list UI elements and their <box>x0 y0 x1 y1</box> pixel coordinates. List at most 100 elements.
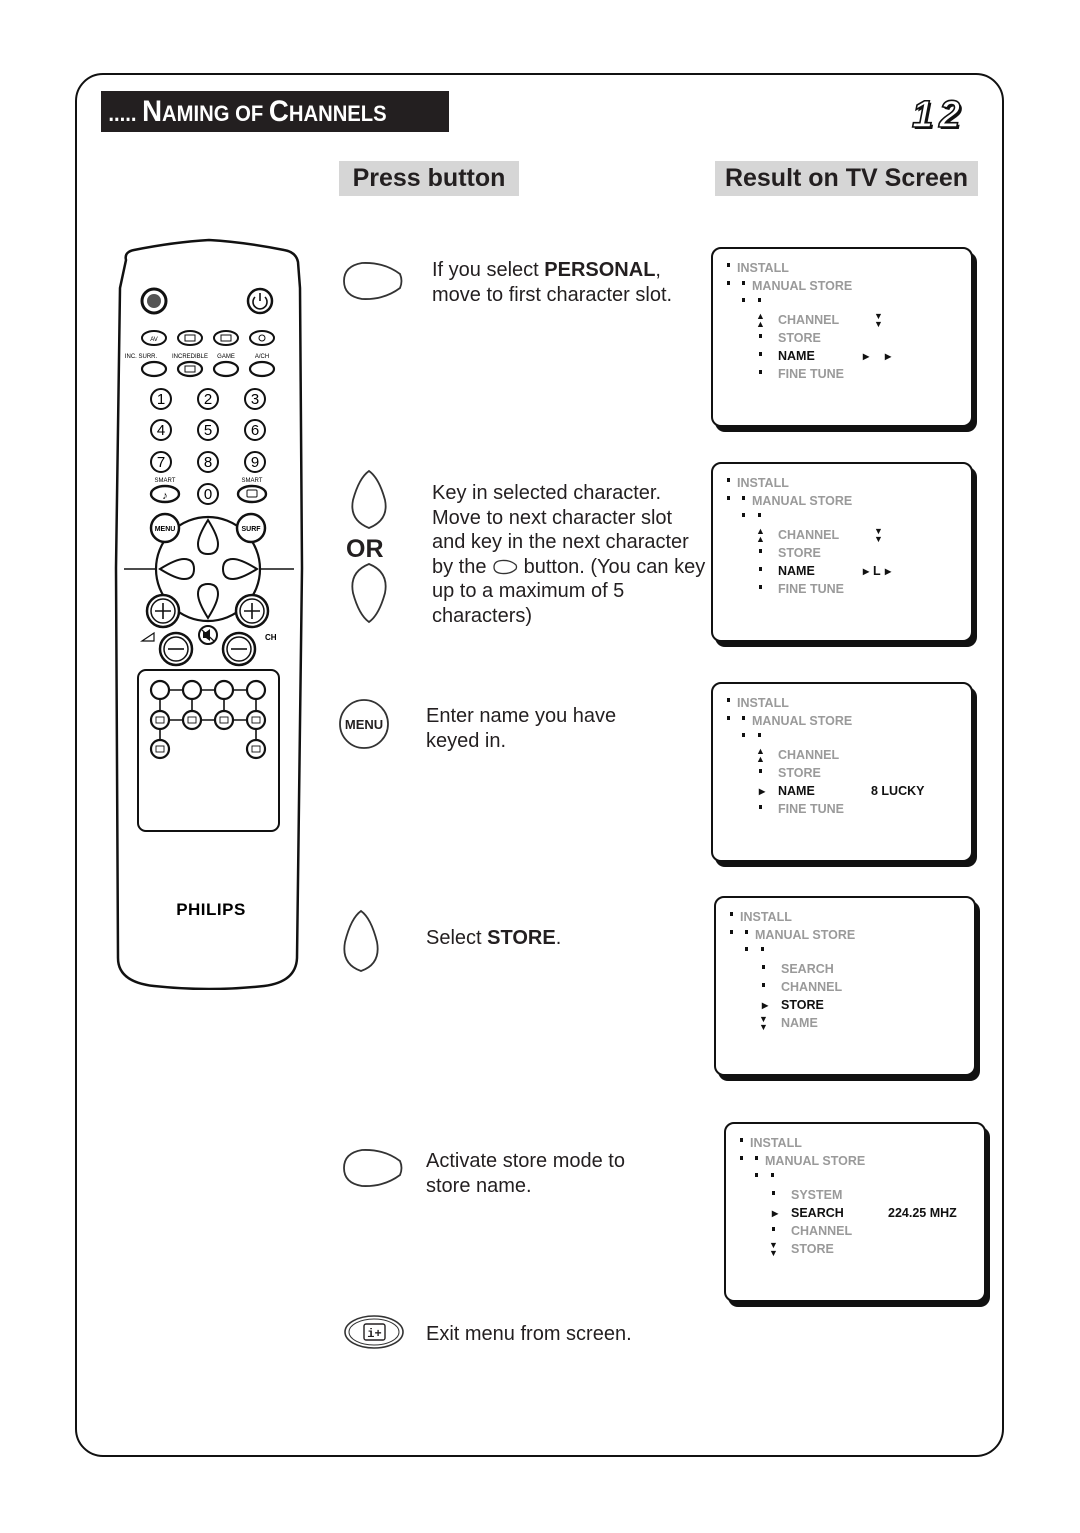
digit-label: 8 <box>204 454 212 471</box>
menu-bullet <box>742 281 745 285</box>
menu-bullet <box>742 733 745 737</box>
digit-5-button[interactable]: 5 <box>197 419 219 441</box>
scroll-up-icon: ▲ ▲ <box>756 526 765 544</box>
smart-sound-label: SMART <box>155 478 176 484</box>
teletext-index-button[interactable] <box>149 709 171 731</box>
teletext-hold-button[interactable] <box>245 709 267 731</box>
menu-item-store: STORE <box>778 331 821 345</box>
digit-9-button[interactable]: 9 <box>244 451 266 473</box>
ch-label: CH <box>265 633 277 642</box>
teletext-size-button[interactable] <box>213 709 235 731</box>
digit-label: 7 <box>157 454 165 471</box>
menu-install: INSTALL <box>750 1136 802 1150</box>
av-label: AV <box>150 337 158 343</box>
up-button-icon <box>343 909 379 972</box>
title-prefix: ..... <box>108 100 137 126</box>
tv-screen-5: INSTALL MANUAL STORE SYSTEM SEARCH ▸ 224.25 M… <box>724 1122 986 1302</box>
green-button[interactable] <box>181 679 203 701</box>
game-button[interactable] <box>212 360 240 378</box>
scroll-up-icon: ▲ ▲ <box>756 746 765 764</box>
digit-3-button[interactable]: 3 <box>244 388 266 410</box>
menu-bullet <box>771 1173 774 1177</box>
inc-surr-button[interactable] <box>140 360 168 378</box>
menu-item-channel: CHANNEL <box>778 528 840 542</box>
digit-4-button[interactable]: 4 <box>150 419 172 441</box>
dual-i-ii-button[interactable] <box>213 330 239 346</box>
incredible-picture-button[interactable] <box>176 360 204 378</box>
digit-2-button[interactable]: 2 <box>197 388 219 410</box>
av-button[interactable]: AV <box>141 330 167 346</box>
digit-8-button[interactable]: 8 <box>197 451 219 473</box>
step-3-text: Enter name you have keyed in. <box>426 705 617 752</box>
channel-up-button[interactable] <box>234 593 270 629</box>
menu-item-channel: CHANNEL <box>781 980 843 994</box>
menu-bullet <box>759 334 762 338</box>
digit-1-button[interactable]: 1 <box>150 388 172 410</box>
pointer-icon: ▸ <box>762 998 769 1012</box>
search-frequency-value: 224.25 MHZ <box>888 1206 957 1220</box>
volume-up-button[interactable] <box>145 593 181 629</box>
red-button[interactable] <box>149 679 171 701</box>
menu-install: INSTALL <box>737 476 789 490</box>
up-button-icon <box>351 469 387 529</box>
step-1-text: If you select PERSONAL, move to first ch… <box>432 258 682 307</box>
step-text-bold: PERSONAL <box>544 259 656 281</box>
inc-surr-label: INC. SURR. <box>125 354 158 360</box>
menu-bullet <box>727 698 730 702</box>
step-6-text: Exit menu from screen. <box>426 1323 632 1345</box>
game-label: GAME <box>217 354 235 360</box>
menu-button[interactable]: MENU <box>149 512 181 544</box>
volume-down-button[interactable] <box>158 631 194 667</box>
name-value: 8 LUCKY <box>871 784 925 798</box>
menu-bullet <box>772 1227 775 1231</box>
digit-label: 2 <box>204 391 212 408</box>
menu-bullet <box>742 716 745 720</box>
menu-bullet <box>727 263 730 267</box>
menu-bullet <box>759 769 762 773</box>
name-value: L <box>873 564 881 578</box>
menu-manual-store: MANUAL STORE <box>752 279 853 293</box>
yellow-button[interactable] <box>213 679 235 701</box>
menu-manual-store: MANUAL STORE <box>765 1154 866 1168</box>
menu-bullet <box>761 947 764 951</box>
channel-down-button[interactable] <box>221 631 257 667</box>
sleep-timer-button[interactable] <box>249 330 275 346</box>
menu-bullet <box>755 1156 758 1160</box>
step-5-text: Activate store mode to store name. <box>426 1150 625 1197</box>
digit-0-button[interactable]: 0 <box>197 483 219 505</box>
menu-manual-store: MANUAL STORE <box>755 928 856 942</box>
mute-button[interactable] <box>198 625 218 645</box>
digit-label: 1 <box>157 391 165 408</box>
digit-label: 0 <box>204 486 212 503</box>
surf-button[interactable]: SURF <box>235 512 267 544</box>
digit-label: 4 <box>157 422 165 439</box>
info-button[interactable] <box>245 738 267 760</box>
step-4-text: Select STORE. <box>426 926 676 951</box>
teletext-reveal-button[interactable] <box>149 738 171 760</box>
mute-sound-button[interactable] <box>140 287 168 315</box>
smart-sound-button[interactable]: ♪ <box>149 484 181 504</box>
digit-7-button[interactable]: 7 <box>150 451 172 473</box>
menu-manual-store: MANUAL STORE <box>752 714 853 728</box>
blue-button[interactable] <box>245 679 267 701</box>
brand-logo: PHILIPS <box>176 900 246 919</box>
smart-picture-button[interactable] <box>236 484 268 504</box>
digit-6-button[interactable]: 6 <box>244 419 266 441</box>
remote-control: AV INC. SURR. INCREDIBLE GAME A/CH 1 2 3… <box>114 238 304 991</box>
menu-item-name: NAME <box>778 349 815 363</box>
menu-bullet <box>730 912 733 916</box>
channel-scroll-down-icon: ▼ ▼ <box>874 526 883 544</box>
menu-bullet <box>740 1138 743 1142</box>
name-cursor-icon: ▸ <box>863 349 870 363</box>
teletext-button[interactable] <box>177 330 203 346</box>
scroll-down-icon: ▼ ▼ <box>769 1240 778 1258</box>
step-text-part: If you select <box>432 259 545 281</box>
menu-bullet <box>762 983 765 987</box>
name-cursor-icon: ▸ <box>885 564 892 578</box>
ach-button[interactable] <box>248 360 276 378</box>
column-header-result-on-tv: Result on TV Screen <box>715 161 978 196</box>
teletext-mix-button[interactable] <box>181 709 203 731</box>
digit-label: 5 <box>204 422 212 439</box>
power-button[interactable] <box>246 287 274 315</box>
section-title: ..... NAMING OF CHANNELS <box>101 95 386 129</box>
